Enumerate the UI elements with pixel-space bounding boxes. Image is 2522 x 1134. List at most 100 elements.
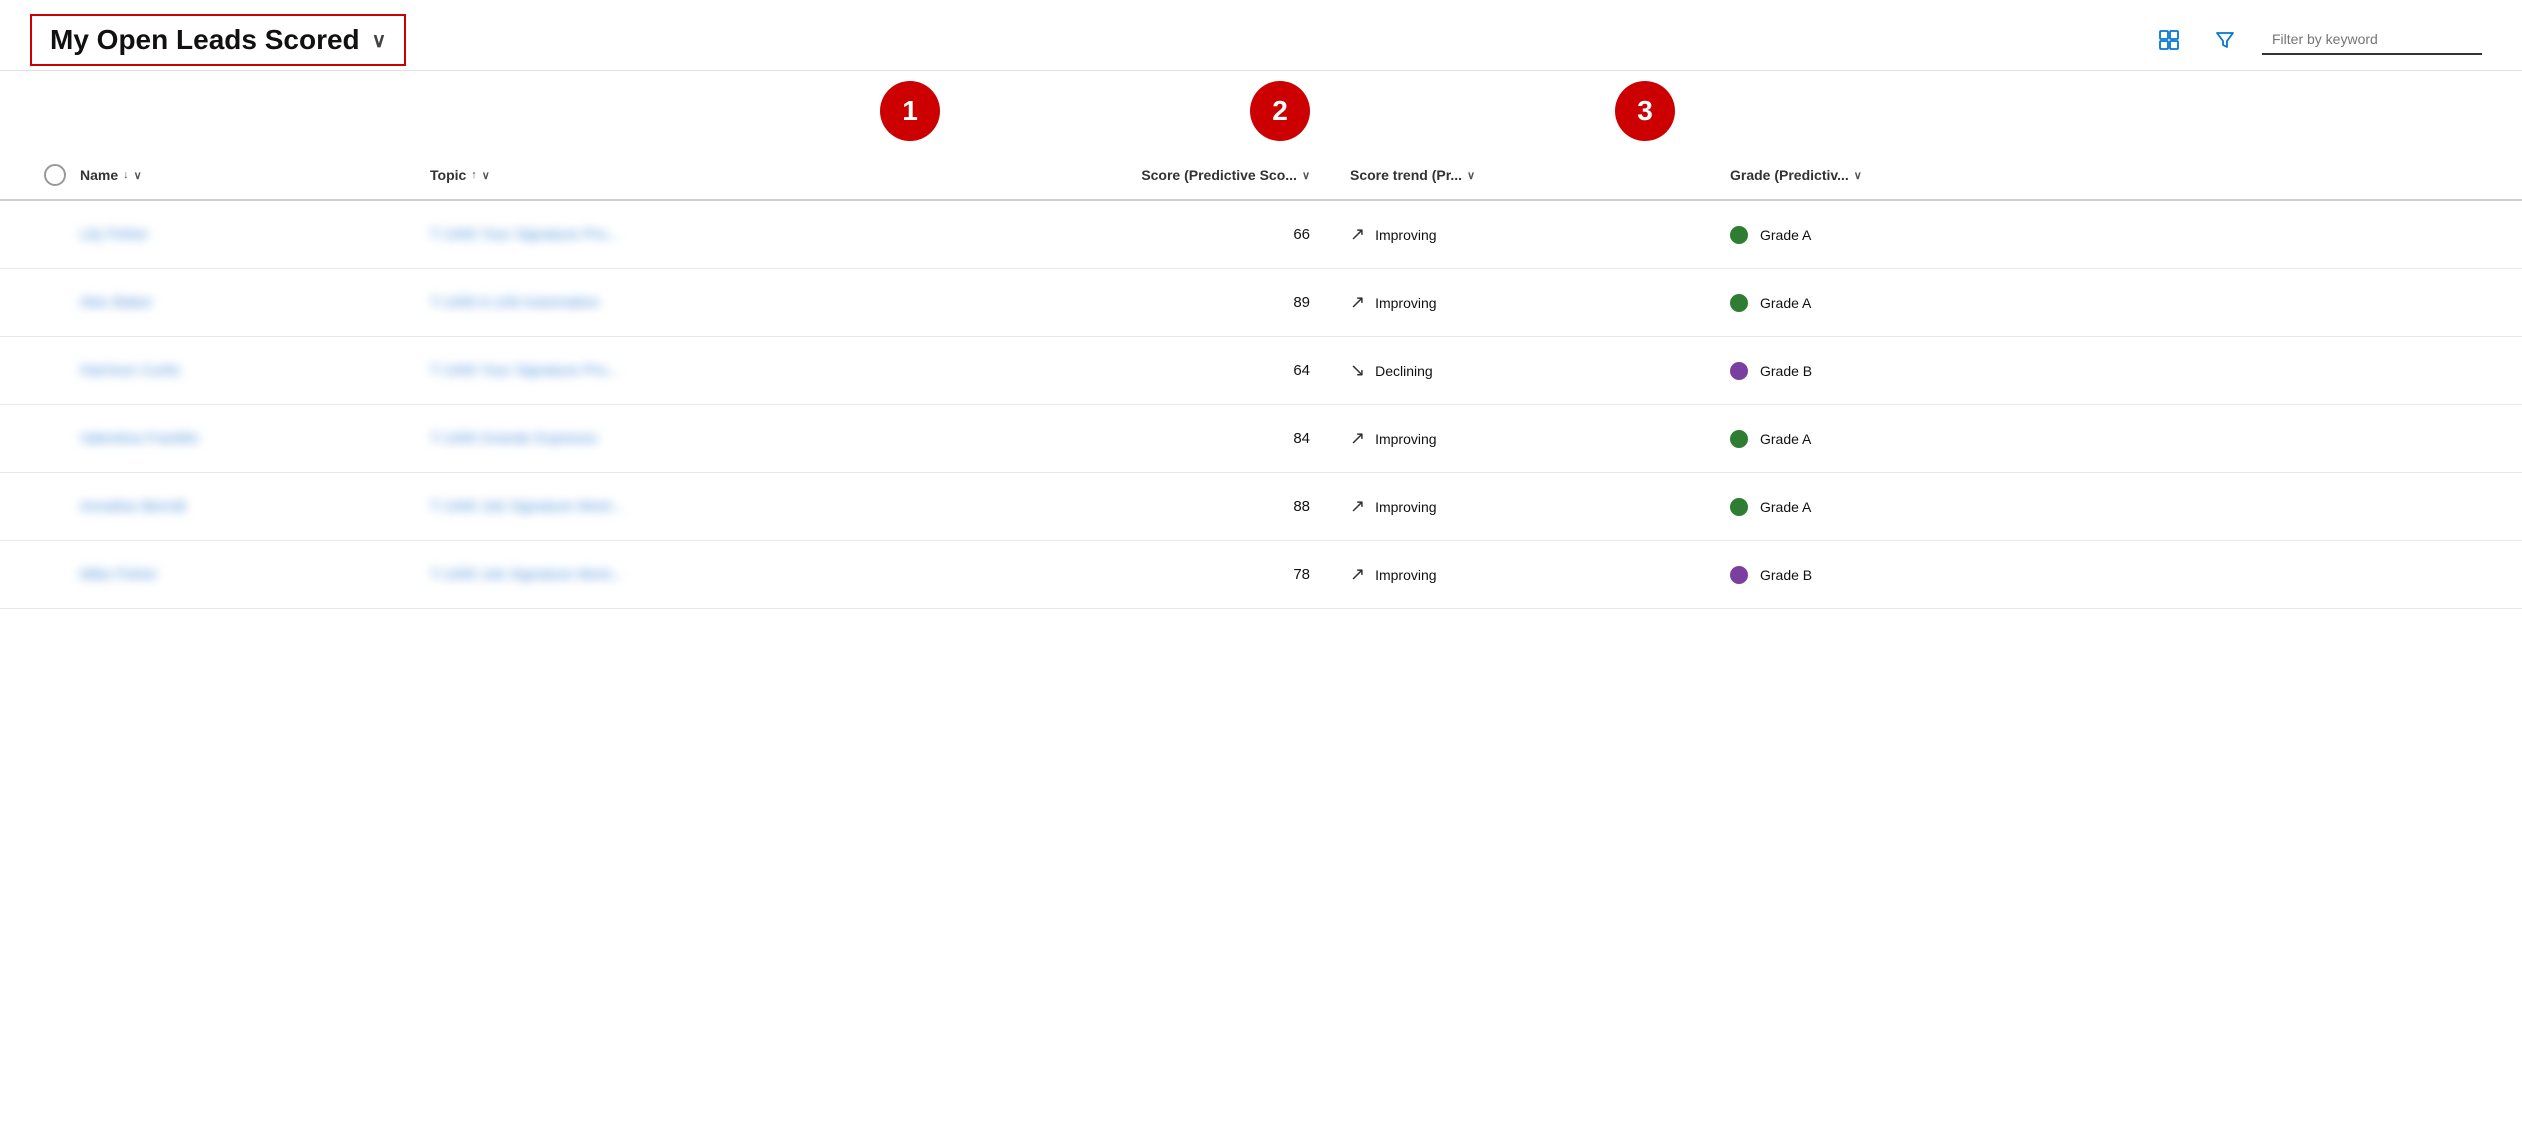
trend-label: Declining [1375, 363, 1433, 379]
cell-score: 78 [930, 566, 1350, 583]
grade-dot-icon [1730, 362, 1748, 380]
lead-name[interactable]: Annalise Berndt [80, 498, 186, 515]
cell-grade: Grade A [1730, 294, 2110, 312]
col-topic-label: Topic [430, 167, 466, 183]
lead-topic: T-1400 A-100 Automation [430, 294, 599, 311]
table-container: Name ↓ ∨ Topic ↑ ∨ Score (Predictive Sco… [0, 151, 2522, 609]
trend-arrow-icon: ↘ [1350, 360, 1365, 381]
cell-trend: ↗ Improving [1350, 292, 1730, 313]
col-name-label: Name [80, 167, 118, 183]
score-value: 89 [1293, 294, 1310, 311]
cell-name[interactable]: Valentina Franklin [80, 430, 430, 447]
col-trend-label: Score trend (Pr... [1350, 167, 1462, 183]
lead-topic: T-1400 Grande Expresso [430, 430, 598, 447]
table-header-row: Name ↓ ∨ Topic ↑ ∨ Score (Predictive Sco… [0, 151, 2522, 201]
lead-topic: T-1400 Your Signature Pro... [430, 226, 619, 243]
keyword-filter-input[interactable] [2262, 25, 2482, 55]
filter-button[interactable] [2206, 21, 2244, 59]
lead-name[interactable]: Lily Fisher [80, 226, 148, 243]
cell-trend: ↘ Declining [1350, 360, 1730, 381]
grade-label: Grade B [1760, 567, 1812, 583]
col-score-chevron-icon: ∨ [1302, 169, 1310, 182]
cell-score: 88 [930, 498, 1350, 515]
trend-arrow-icon: ↗ [1350, 292, 1365, 313]
select-all-checkbox[interactable] [44, 164, 66, 186]
col-header-grade[interactable]: Grade (Predictiv... ∨ [1730, 167, 2110, 183]
view-title-button[interactable]: My Open Leads Scored ∨ [30, 14, 406, 66]
annotations-area: 1 2 3 [0, 71, 2522, 151]
cell-topic: T-1400 Job Signature Mont... [430, 566, 930, 583]
cell-topic: T-1400 Your Signature Pro... [430, 362, 930, 379]
lead-topic: T-1400 Your Signature Pro... [430, 362, 619, 379]
grade-dot-icon [1730, 566, 1748, 584]
cell-trend: ↗ Improving [1350, 564, 1730, 585]
lead-topic: T-1400 Job Signature Mont... [430, 498, 623, 515]
title-chevron-icon: ∨ [372, 28, 387, 53]
annotation-badge-3: 3 [1615, 81, 1675, 141]
grade-label: Grade B [1760, 363, 1812, 379]
cell-grade: Grade B [1730, 362, 2110, 380]
cell-grade: Grade A [1730, 430, 2110, 448]
grade-label: Grade A [1760, 227, 1811, 243]
cell-name[interactable]: Lily Fisher [80, 226, 430, 243]
cell-topic: T-1400 A-100 Automation [430, 294, 930, 311]
score-value: 64 [1293, 362, 1310, 379]
col-header-score[interactable]: Score (Predictive Sco... ∨ [930, 167, 1350, 183]
lead-name[interactable]: Valentina Franklin [80, 430, 199, 447]
table-row[interactable]: Lily Fisher T-1400 Your Signature Pro...… [0, 201, 2522, 269]
cell-name[interactable]: Alex Baker [80, 294, 430, 311]
cell-grade: Grade B [1730, 566, 2110, 584]
col-header-trend[interactable]: Score trend (Pr... ∨ [1350, 167, 1730, 183]
cell-name[interactable]: Annalise Berndt [80, 498, 430, 515]
cell-trend: ↗ Improving [1350, 428, 1730, 449]
top-section: My Open Leads Scored ∨ [0, 0, 2522, 71]
table-row[interactable]: Valentina Franklin T-1400 Grande Express… [0, 405, 2522, 473]
lead-name[interactable]: Harrison Curtis [80, 362, 180, 379]
table-body: Lily Fisher T-1400 Your Signature Pro...… [0, 201, 2522, 609]
cell-grade: Grade A [1730, 226, 2110, 244]
lead-name[interactable]: Mike Fisher [80, 566, 158, 583]
cell-name[interactable]: Mike Fisher [80, 566, 430, 583]
col-trend-chevron-icon: ∨ [1467, 169, 1475, 182]
cell-score: 89 [930, 294, 1350, 311]
table-row[interactable]: Alex Baker T-1400 A-100 Automation 89 ↗ … [0, 269, 2522, 337]
grade-dot-icon [1730, 294, 1748, 312]
score-value: 88 [1293, 498, 1310, 515]
col-grade-label: Grade (Predictiv... [1730, 167, 1849, 183]
col-header-topic[interactable]: Topic ↑ ∨ [430, 167, 930, 183]
trend-arrow-icon: ↗ [1350, 428, 1365, 449]
cell-score: 64 [930, 362, 1350, 379]
grade-dot-icon [1730, 430, 1748, 448]
col-score-label: Score (Predictive Sco... [1141, 167, 1297, 183]
grade-label: Grade A [1760, 295, 1811, 311]
col-grade-chevron-icon: ∨ [1854, 169, 1862, 182]
table-row[interactable]: Harrison Curtis T-1400 Your Signature Pr… [0, 337, 2522, 405]
grade-dot-icon [1730, 498, 1748, 516]
col-name-sort-icon: ↓ [123, 169, 129, 181]
cell-score: 66 [930, 226, 1350, 243]
grade-label: Grade A [1760, 431, 1811, 447]
col-header-name[interactable]: Name ↓ ∨ [80, 167, 430, 183]
title-area: My Open Leads Scored ∨ [30, 14, 406, 66]
trend-arrow-icon: ↗ [1350, 564, 1365, 585]
lead-topic: T-1400 Job Signature Mont... [430, 566, 623, 583]
trend-label: Improving [1375, 227, 1436, 243]
score-value: 84 [1293, 430, 1310, 447]
lead-name[interactable]: Alex Baker [80, 294, 153, 311]
score-value: 78 [1293, 566, 1310, 583]
score-value: 66 [1293, 226, 1310, 243]
trend-arrow-icon: ↗ [1350, 496, 1365, 517]
view-title-text: My Open Leads Scored [50, 24, 360, 56]
grade-dot-icon [1730, 226, 1748, 244]
col-name-chevron-icon: ∨ [134, 169, 142, 182]
header-actions [2150, 21, 2482, 59]
table-row[interactable]: Mike Fisher T-1400 Job Signature Mont...… [0, 541, 2522, 609]
edit-columns-button[interactable] [2150, 21, 2188, 59]
cell-name[interactable]: Harrison Curtis [80, 362, 430, 379]
cell-grade: Grade A [1730, 498, 2110, 516]
trend-label: Improving [1375, 295, 1436, 311]
trend-label: Improving [1375, 431, 1436, 447]
table-row[interactable]: Annalise Berndt T-1400 Job Signature Mon… [0, 473, 2522, 541]
cell-score: 84 [930, 430, 1350, 447]
filter-icon [2213, 28, 2237, 52]
